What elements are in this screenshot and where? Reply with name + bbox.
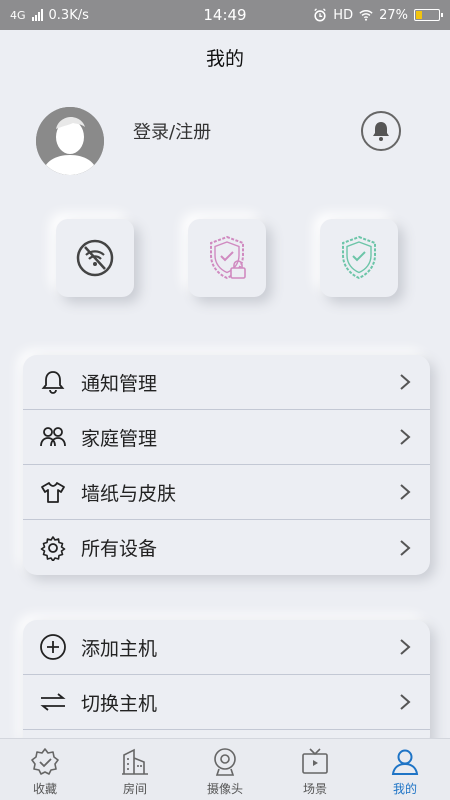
tab-mine[interactable]: 我的 — [360, 739, 450, 800]
user-silhouette-icon — [36, 107, 104, 175]
settings-menu-card: 通知管理 家庭管理 墙纸与皮肤 所有设备 — [23, 355, 430, 575]
tab-label: 摄像头 — [206, 782, 243, 796]
quick-action-shield-lock[interactable] — [188, 219, 266, 297]
bell-icon — [373, 122, 389, 141]
plus-circle-icon — [39, 633, 67, 661]
shield-check-icon — [342, 235, 376, 280]
user-icon — [391, 749, 419, 775]
family-icon — [39, 423, 67, 451]
switch-arrows-icon — [39, 688, 67, 716]
chevron-right-icon — [400, 539, 411, 556]
tab-rooms[interactable]: 房间 — [90, 739, 180, 800]
tab-cameras[interactable]: 摄像头 — [180, 739, 270, 800]
battery-percent: 27% — [379, 7, 408, 23]
menu-item-family[interactable]: 家庭管理 — [23, 410, 430, 465]
chevron-right-icon — [400, 374, 411, 390]
menu-item-add-host[interactable]: 添加主机 — [23, 620, 430, 675]
page-title: 我的 — [205, 48, 244, 70]
chevron-right-icon — [400, 429, 411, 445]
gear-icon — [39, 534, 67, 562]
shield-lock-icon — [210, 235, 246, 280]
tab-label: 房间 — [122, 782, 147, 796]
menu-item-switch-host[interactable]: 切换主机 — [23, 675, 430, 730]
alarm-icon — [314, 8, 327, 22]
bell-outline-icon — [39, 368, 67, 396]
chevron-right-icon — [400, 639, 411, 655]
tab-scenes[interactable]: 场景 — [270, 739, 360, 800]
tab-label: 我的 — [392, 782, 417, 796]
quick-action-shield-check[interactable] — [320, 219, 398, 297]
tshirt-icon — [39, 478, 67, 506]
chevron-right-icon — [400, 694, 411, 710]
hd-indicator: HD — [333, 7, 354, 23]
login-register-link[interactable]: 登录/注册 — [133, 118, 211, 144]
notification-button[interactable] — [361, 111, 401, 151]
tab-label: 收藏 — [32, 782, 57, 796]
menu-item-label: 墙纸与皮肤 — [81, 482, 177, 505]
chevron-right-icon — [400, 484, 411, 500]
camera-icon — [214, 748, 236, 776]
menu-item-label: 添加主机 — [81, 637, 158, 660]
menu-item-all-devices[interactable]: 所有设备 — [23, 520, 430, 575]
status-bar: 4G 0.3K/s 14:49 HD 27% — [0, 0, 450, 30]
wifi-off-icon — [76, 239, 114, 277]
bottom-tab-bar: 收藏 房间 摄像头 场景 我的 — [0, 738, 450, 800]
menu-item-label: 切换主机 — [81, 692, 158, 715]
quick-action-wifi-off[interactable] — [56, 219, 134, 297]
building-icon — [122, 748, 148, 775]
menu-item-notifications[interactable]: 通知管理 — [23, 355, 430, 410]
menu-item-wallpaper-skin[interactable]: 墙纸与皮肤 — [23, 465, 430, 520]
network-speed: 0.3K/s — [48, 7, 89, 23]
wifi-icon — [359, 10, 373, 21]
menu-item-label: 家庭管理 — [81, 427, 158, 450]
host-menu-card: 添加主机 切换主机 — [23, 620, 430, 750]
tab-label: 场景 — [302, 782, 327, 796]
menu-item-label: 通知管理 — [81, 372, 158, 395]
signal-icon — [31, 9, 43, 21]
tab-favorites[interactable]: 收藏 — [0, 739, 90, 800]
avatar[interactable] — [36, 107, 104, 175]
menu-item-label: 所有设备 — [81, 538, 158, 560]
network-type: 4G — [10, 8, 26, 22]
tv-icon — [302, 748, 328, 774]
battery-icon — [414, 9, 443, 21]
favorite-icon — [31, 748, 59, 775]
